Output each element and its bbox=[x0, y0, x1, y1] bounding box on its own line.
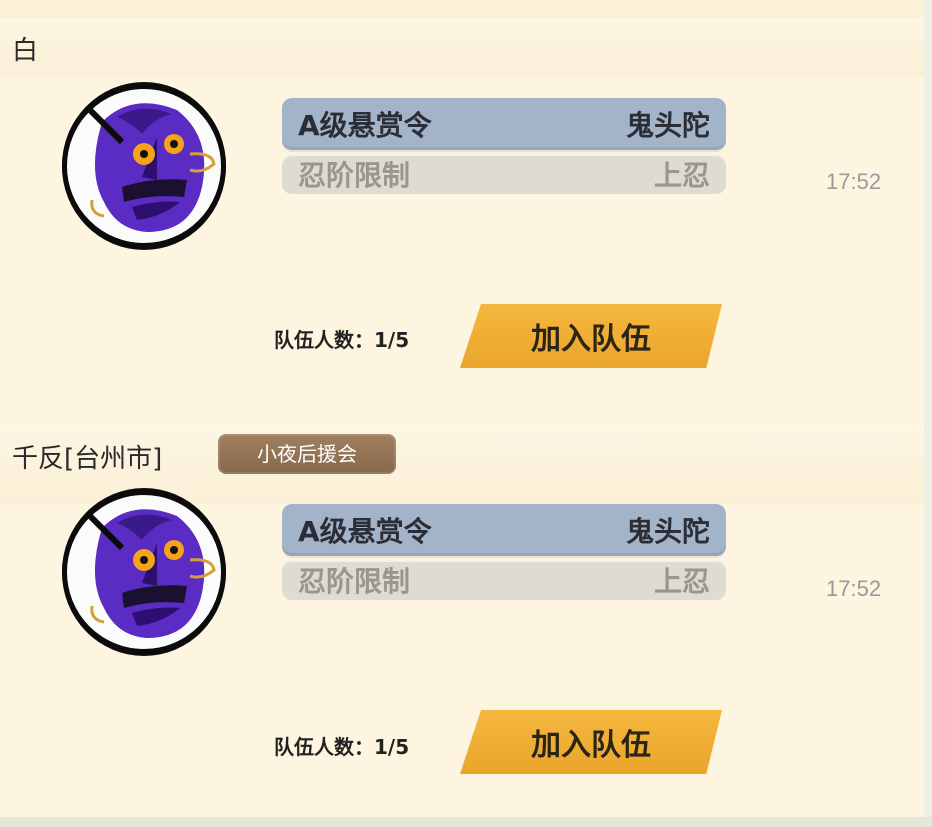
rank-label: 忍阶限制 bbox=[298, 159, 411, 192]
guild-badge[interactable]: 小夜后援会 bbox=[218, 434, 396, 474]
avatar[interactable] bbox=[62, 488, 226, 656]
purple-oni-mask-icon bbox=[62, 83, 226, 249]
team-count: 队伍人数：1/5 bbox=[274, 328, 410, 352]
rank-value: 上忍 bbox=[653, 159, 710, 192]
message-header-bg bbox=[0, 18, 924, 76]
message-time: 17:52 bbox=[826, 169, 882, 194]
scrollbar-track[interactable] bbox=[924, 0, 932, 827]
rank-limit-row: 忍阶限制 上忍 bbox=[282, 560, 726, 600]
rank-value: 上忍 bbox=[653, 565, 710, 598]
purple-oni-mask-icon bbox=[62, 489, 226, 655]
sender-name[interactable]: 千反[台州市] bbox=[12, 438, 162, 475]
bounty-title: A级悬赏令 bbox=[298, 109, 432, 142]
rank-limit-row: 忍阶限制 上忍 bbox=[282, 154, 726, 194]
bounty-title-row: A级悬赏令 鬼头陀 bbox=[282, 504, 726, 556]
team-count: 队伍人数：1/5 bbox=[274, 735, 410, 759]
bounty-target: 鬼头陀 bbox=[625, 515, 710, 548]
top-strip bbox=[0, 0, 932, 18]
bounty-target: 鬼头陀 bbox=[625, 109, 710, 142]
bottom-bar bbox=[0, 817, 932, 827]
message-time: 17:52 bbox=[826, 576, 882, 601]
join-team-button[interactable]: 加入队伍 bbox=[460, 304, 722, 368]
join-team-button[interactable]: 加入队伍 bbox=[460, 710, 722, 774]
bounty-title-row: A级悬赏令 鬼头陀 bbox=[282, 98, 726, 150]
bounty-title: A级悬赏令 bbox=[298, 515, 432, 548]
sender-name[interactable]: 白 bbox=[12, 30, 38, 67]
rank-label: 忍阶限制 bbox=[298, 565, 411, 598]
avatar[interactable] bbox=[62, 82, 226, 250]
